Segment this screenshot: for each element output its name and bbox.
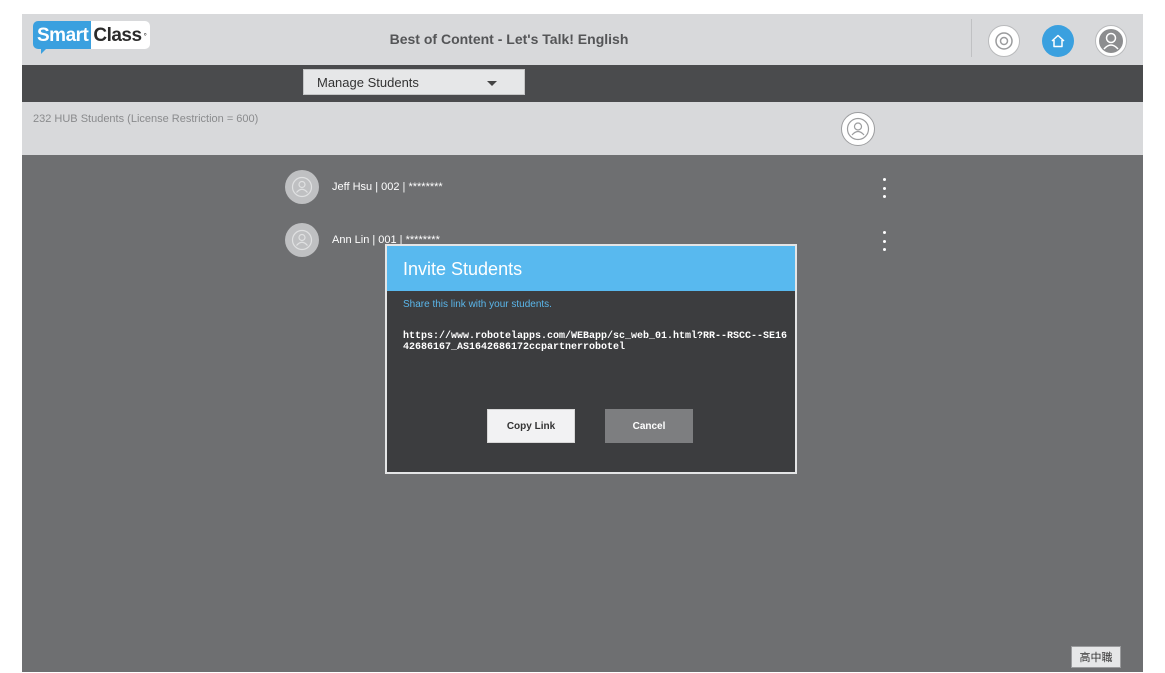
- home-button[interactable]: [1042, 25, 1074, 57]
- student-label: Jeff Hsu | 002 | ********: [332, 181, 443, 193]
- page-title: Best of Content - Let's Talk! English: [389, 31, 629, 47]
- manage-dropdown[interactable]: Manage Students: [303, 69, 525, 95]
- dropdown-selected-value: Manage Students: [317, 74, 419, 90]
- user-profile-button[interactable]: [1095, 25, 1127, 57]
- student-count-text: 232 HUB Students (License Restriction = …: [33, 113, 259, 125]
- header-divider: [971, 19, 972, 57]
- cancel-button[interactable]: Cancel: [605, 409, 693, 443]
- more-options-icon[interactable]: [881, 178, 887, 198]
- settings-button[interactable]: [988, 25, 1020, 57]
- language-button[interactable]: 高中職: [1071, 646, 1121, 668]
- avatar: [285, 223, 319, 257]
- chevron-down-icon: [487, 81, 497, 86]
- avatar: [285, 170, 319, 204]
- student-summary-bar: 232 HUB Students (License Restriction = …: [22, 102, 1143, 155]
- dialog-title: Invite Students: [387, 246, 795, 291]
- user-avatar-icon: [291, 176, 313, 198]
- copy-link-button[interactable]: Copy Link: [487, 409, 575, 443]
- header-bar: Smart Class ° Best of Content - Let's Tal…: [22, 14, 1143, 65]
- home-icon: [1051, 34, 1065, 48]
- user-avatar-icon: [291, 229, 313, 251]
- list-item[interactable]: Jeff Hsu | 002 | ********: [285, 170, 895, 206]
- logo-speech-tail: [41, 48, 47, 54]
- invite-students-dialog: Invite Students Share this link with you…: [385, 244, 797, 474]
- add-student-button[interactable]: [841, 112, 875, 146]
- dialog-hint-text: Share this link with your students.: [403, 299, 552, 310]
- toolbar: Manage Students: [22, 65, 1143, 102]
- invite-link-text[interactable]: https://www.robotelapps.com/WEBapp/sc_we…: [403, 331, 793, 353]
- more-options-icon[interactable]: [881, 231, 887, 251]
- add-student-icon: [846, 117, 870, 141]
- settings-circle-icon: [995, 32, 1013, 50]
- user-profile-icon: [1099, 29, 1123, 53]
- app-window: Smart Class ° Best of Content - Let's Tal…: [22, 14, 1143, 672]
